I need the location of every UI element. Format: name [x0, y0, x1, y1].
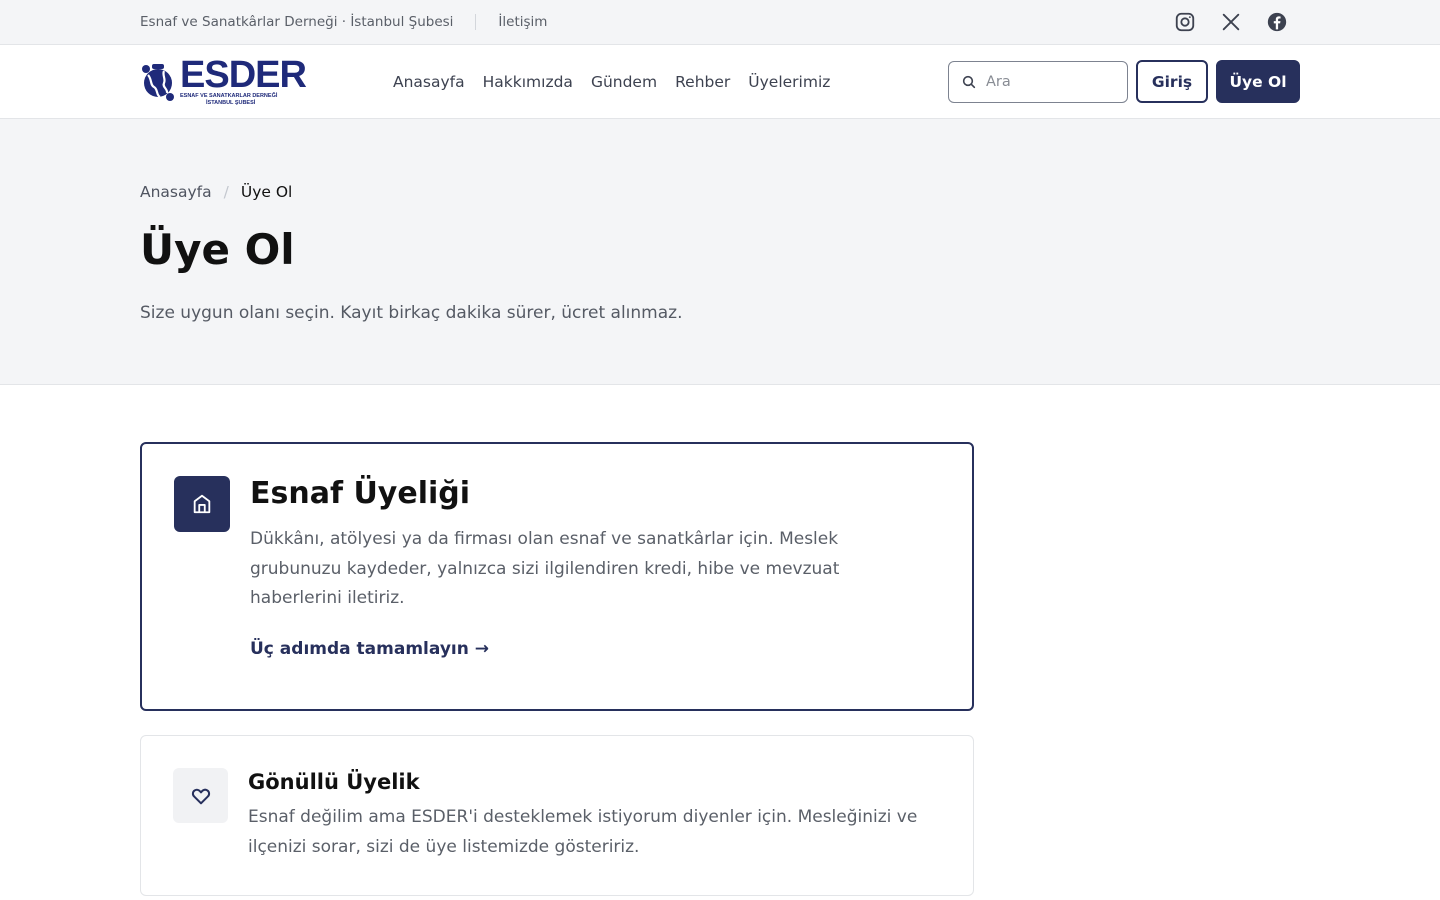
membership-options: Esnaf Üyeliği Dükkânı, atölyesi ya da fi…: [140, 385, 1300, 896]
nav-item-gundem[interactable]: Gündem: [591, 73, 657, 91]
globe-logo-icon: [142, 63, 174, 101]
main-header: ESDER ESNAF VE SANATKARLAR DERNEĞİ İSTAN…: [0, 45, 1440, 119]
topbar-divider: [475, 14, 477, 30]
login-button[interactable]: Giriş: [1136, 60, 1208, 103]
org-name: Esnaf ve Sanatkârlar Derneği · İstanbul …: [140, 14, 454, 30]
nav-item-hakkimizda[interactable]: Hakkımızda: [483, 73, 573, 91]
heart-icon: [173, 768, 228, 823]
main-nav: Anasayfa Hakkımızda Gündem Rehber Üyeler…: [393, 73, 830, 91]
x-icon[interactable]: [1220, 11, 1242, 33]
breadcrumb-current: Üye Ol: [240, 183, 293, 201]
signup-button[interactable]: Üye Ol: [1216, 60, 1300, 103]
instagram-icon[interactable]: [1174, 11, 1196, 33]
breadcrumb: Anasayfa / Üye Ol: [140, 183, 1300, 201]
nav-item-uyelerimiz[interactable]: Üyelerimiz: [748, 73, 830, 91]
card-title: Gönüllü Üyelik: [248, 770, 420, 794]
page-hero: Anasayfa / Üye Ol Üye Ol Size uygun olan…: [0, 119, 1440, 385]
nav-item-rehber[interactable]: Rehber: [675, 73, 730, 91]
breadcrumb-separator: /: [223, 183, 229, 201]
logo-subtitle-branch: İSTANBUL ŞUBESİ: [206, 99, 256, 106]
social-links: [1174, 11, 1288, 33]
nav-item-anasayfa[interactable]: Anasayfa: [393, 73, 465, 91]
page-title: Üye Ol: [140, 225, 295, 274]
logo-subtitle: ESNAF VE SANATKARLAR DERNEĞİ: [180, 92, 278, 99]
page-subtitle: Size uygun olanı seçin. Kayıt birkaç dak…: [140, 303, 683, 323]
facebook-icon[interactable]: [1266, 11, 1288, 33]
esnaf-membership-card[interactable]: Esnaf Üyeliği Dükkânı, atölyesi ya da fi…: [140, 442, 974, 711]
card-description: Dükkânı, atölyesi ya da firması olan esn…: [250, 529, 840, 608]
top-bar: Esnaf ve Sanatkârlar Derneği · İstanbul …: [0, 0, 1440, 45]
logo-wordmark: ESDER: [180, 53, 307, 96]
volunteer-membership-card[interactable]: Gönüllü Üyelik Esnaf değilim ama ESDER'i…: [140, 735, 974, 896]
card-title: Esnaf Üyeliği: [250, 476, 471, 511]
card-description: Esnaf değilim ama ESDER'i desteklemek is…: [248, 807, 918, 857]
card-cta-link[interactable]: Üç adımda tamamlayın →: [250, 639, 489, 659]
esder-logo[interactable]: ESDER ESNAF VE SANATKARLAR DERNEĞİ İSTAN…: [140, 53, 393, 107]
breadcrumb-home[interactable]: Anasayfa: [140, 183, 212, 201]
search-box[interactable]: [948, 60, 1128, 103]
search-icon: [962, 75, 976, 88]
contact-link[interactable]: İletişim: [498, 14, 547, 30]
storefront-icon: [174, 476, 230, 532]
search-input[interactable]: [986, 73, 1106, 90]
